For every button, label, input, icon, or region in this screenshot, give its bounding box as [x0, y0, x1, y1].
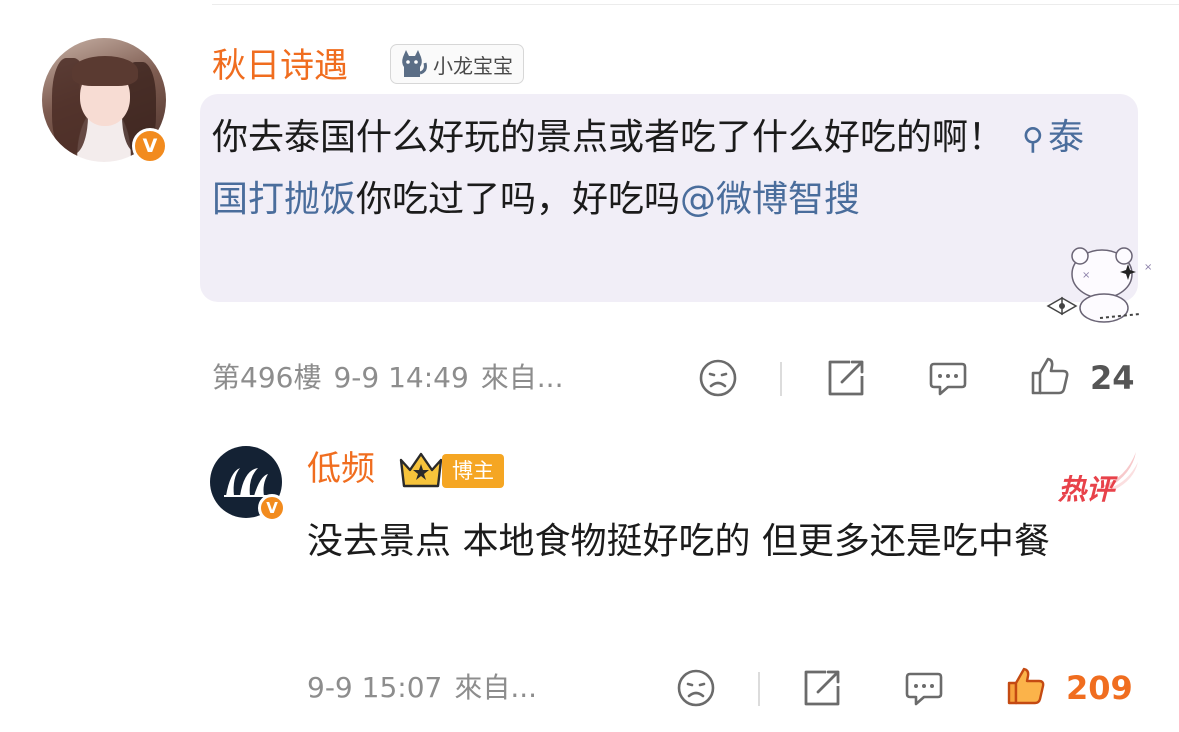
share-icon[interactable] — [826, 358, 866, 398]
comment-username[interactable]: 秋日诗遇 — [212, 46, 348, 86]
thumbs-up-filled-icon[interactable] — [1006, 666, 1046, 706]
host-badge: 博主 — [442, 454, 504, 488]
timestamp: 9-9 15:07 — [307, 671, 443, 704]
thumbs-up-icon[interactable] — [1030, 356, 1070, 396]
source[interactable]: 來自... — [481, 361, 564, 394]
floor-number: 第496樓 — [212, 361, 322, 394]
verified-badge-icon: V — [258, 494, 286, 522]
like-count: 209 — [1066, 669, 1133, 707]
comment-text: 你去泰国什么好玩的景点或者吃了什么好吃的啊！ — [212, 117, 1005, 158]
comment-thread: V 秋日诗遇 小龙宝宝 你去泰国什么好玩的景点或者吃了什么好吃的啊！ ⚲ 泰国打抛饭… — [0, 0, 1179, 732]
source[interactable]: 來自... — [454, 671, 537, 704]
share-icon[interactable] — [802, 668, 842, 708]
bear-sticker-icon: × × — [1046, 247, 1152, 323]
like-count: 24 — [1090, 359, 1135, 397]
timestamp: 9-9 14:49 — [333, 361, 469, 394]
fan-tag-label: 小龙宝宝 — [433, 53, 513, 78]
comment-text-2: 你吃过了吗，好吃吗 — [356, 179, 681, 220]
crown-icon — [399, 452, 443, 488]
comment-body: 你去泰国什么好玩的景点或者吃了什么好吃的啊！ ⚲ 泰国打抛饭你吃过了吗，好吃吗@微博… — [212, 108, 1112, 230]
cat-icon — [402, 50, 427, 77]
sad-face-icon[interactable] — [676, 668, 716, 708]
hot-comment-badge: 热评 — [1058, 473, 1115, 506]
fan-tag[interactable]: 小龙宝宝 — [390, 44, 524, 84]
reply-username[interactable]: 低频 — [307, 449, 375, 489]
mention-link[interactable]: @微博智搜 — [680, 179, 860, 220]
verified-badge-icon: V — [132, 128, 168, 164]
divider — [758, 672, 760, 706]
comment-icon[interactable] — [928, 358, 968, 398]
divider — [212, 4, 1179, 5]
comment-meta: 第496樓 9-9 14:49 來自... — [212, 358, 563, 398]
comment-icon[interactable] — [904, 668, 944, 708]
reply-body: 没去景点 本地食物挺好吃的 但更多还是吃中餐 — [307, 521, 1050, 562]
divider — [780, 362, 782, 396]
search-icon: ⚲ — [1022, 122, 1044, 157]
svg-text:×: × — [1144, 262, 1152, 273]
svg-text:×: × — [1082, 270, 1090, 281]
reply-meta: 9-9 15:07 來自... — [307, 668, 537, 708]
sad-face-icon[interactable] — [698, 358, 738, 398]
